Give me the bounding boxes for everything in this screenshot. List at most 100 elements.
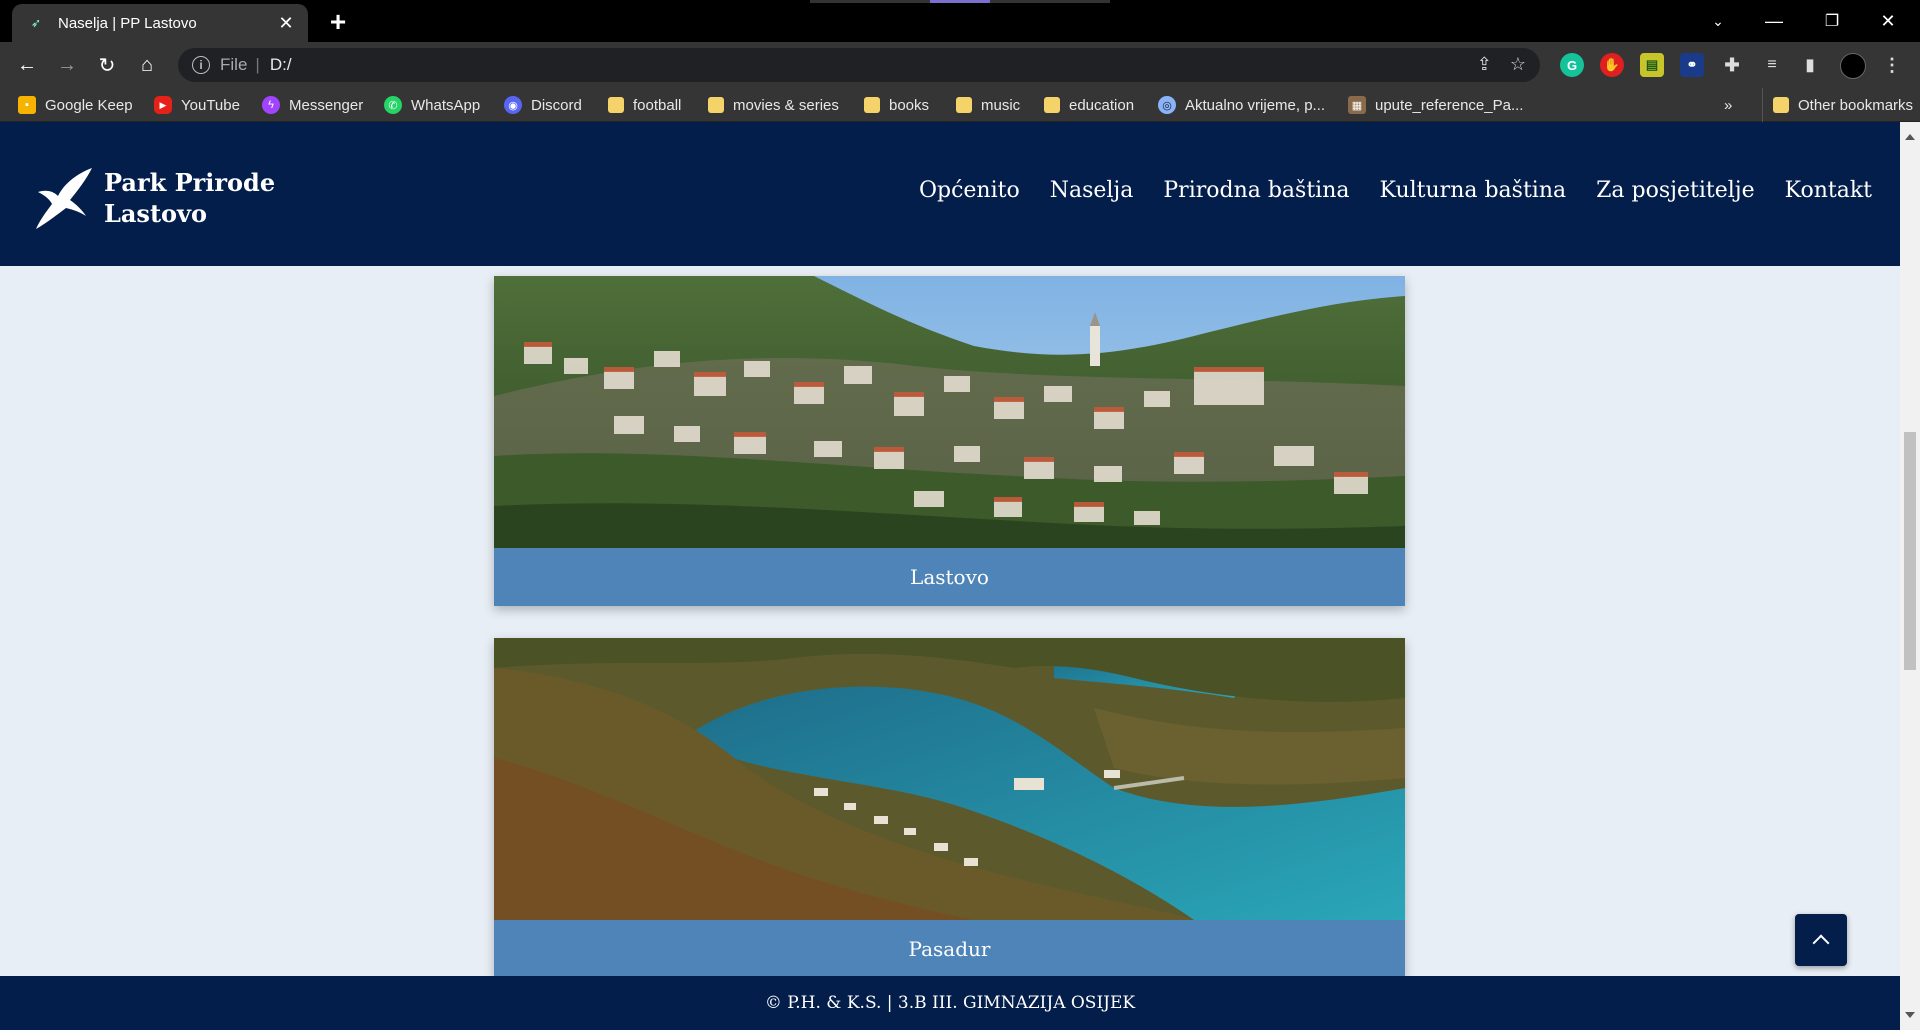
bookmark-label: books	[889, 96, 930, 114]
scroll-to-top-button[interactable]	[1795, 914, 1847, 966]
other-bookmarks[interactable]: Other bookmarks	[1762, 88, 1913, 122]
bookmark-folder-music[interactable]: music	[956, 88, 1020, 122]
address-url: D:/	[269, 55, 292, 74]
folder-icon	[608, 97, 624, 113]
link-extension-icon[interactable]: ⚭	[1680, 53, 1704, 77]
bookmark-aktualno-vrijeme[interactable]: ◎ Aktualno vrijeme, p...	[1158, 88, 1325, 122]
bookmark-label: Google Keep	[45, 96, 133, 114]
address-separator: |	[255, 55, 260, 74]
settlement-card-lastovo[interactable]: Lastovo	[494, 276, 1405, 606]
media-control-icon[interactable]: ≡	[1760, 53, 1784, 77]
grammarly-extension-icon[interactable]: G	[1560, 53, 1584, 77]
footer-text: © P.H. & K.S. | 3.B III. GIMNAZIJA OSIJE…	[764, 993, 1136, 1013]
logo-text: Park Prirode Lastovo	[104, 167, 275, 229]
scrollbar-thumb[interactable]	[1904, 432, 1916, 670]
logo-line-2: Lastovo	[104, 199, 207, 228]
youtube-icon: ▶	[154, 96, 172, 114]
profile-avatar[interactable]	[1840, 53, 1866, 79]
lastovo-photo	[494, 276, 1405, 548]
bookmark-label: movies & series	[733, 96, 839, 114]
adblock-extension-icon[interactable]: ✋	[1600, 53, 1624, 77]
discord-icon: ◉	[504, 96, 522, 114]
card-caption: Lastovo	[494, 548, 1405, 606]
menu-kebab-icon[interactable]: ⋮	[1880, 53, 1904, 77]
card-caption: Pasadur	[494, 920, 1405, 978]
share-icon[interactable]: ⇪	[1477, 54, 1492, 75]
logo-line-1: Park Prirode	[104, 168, 276, 197]
whatsapp-icon: ✆	[384, 96, 402, 114]
bookmark-folder-football[interactable]: football	[608, 88, 681, 122]
bookmark-label: Aktualno vrijeme, p...	[1185, 96, 1326, 114]
bookmark-messenger[interactable]: ϟ Messenger	[262, 88, 363, 122]
page-viewport: Lastovo Pasadur Park Prirode Lastovo Opć…	[0, 122, 1900, 1030]
bookmark-upute-reference[interactable]: ▦ upute_reference_Pa...	[1348, 88, 1523, 122]
bookmark-folder-books[interactable]: books	[864, 88, 929, 122]
folder-icon	[956, 97, 972, 113]
bookmark-label: education	[1069, 96, 1135, 114]
restore-button[interactable]: ❐	[1806, 0, 1858, 42]
folder-icon	[708, 97, 724, 113]
messenger-icon: ϟ	[262, 96, 280, 114]
nav-opcenito[interactable]: Općenito	[919, 178, 1020, 203]
bookmark-folder-education[interactable]: education	[1044, 88, 1134, 122]
settlement-card-pasadur[interactable]: Pasadur	[494, 638, 1405, 978]
pasadur-photo	[494, 638, 1405, 920]
site-footer: © P.H. & K.S. | 3.B III. GIMNAZIJA OSIJE…	[0, 976, 1900, 1030]
bird-icon: ➶	[30, 16, 42, 30]
folder-icon	[1044, 97, 1060, 113]
browser-toolbar: ← → ↻ ⌂ i File | D:/ ⇪ ☆ G ✋ ▤ ⚭ ✚ ≡ ▮ ⋮	[0, 42, 1920, 88]
address-scheme: File	[220, 55, 248, 74]
page-icon: ▦	[1348, 96, 1366, 114]
nav-prirodna-bastina[interactable]: Prirodna baština	[1163, 178, 1349, 203]
bookmarks-bar: ▪ Google Keep ▶ YouTube ϟ Messenger ✆ Wh…	[0, 88, 1920, 122]
home-button[interactable]: ⌂	[130, 48, 164, 82]
tab-title: Naselja | PP Lastovo	[58, 14, 197, 32]
bookmark-google-keep[interactable]: ▪ Google Keep	[18, 88, 133, 122]
bookmark-label: Discord	[531, 96, 582, 114]
tab-search-icon[interactable]: ⌄	[1692, 0, 1744, 42]
bookmark-youtube[interactable]: ▶ YouTube	[154, 88, 240, 122]
overflow-label: »	[1724, 96, 1733, 114]
nav-kulturna-bastina[interactable]: Kulturna baština	[1380, 178, 1567, 203]
bookmark-label: YouTube	[181, 96, 240, 114]
nav-za-posjetitelje[interactable]: Za posjetitelje	[1596, 178, 1754, 203]
minimize-button[interactable]: —	[1748, 0, 1800, 42]
bookmark-label: Other bookmarks	[1798, 96, 1914, 114]
bookmark-star-icon[interactable]: ☆	[1510, 54, 1526, 75]
nav-kontakt[interactable]: Kontakt	[1785, 178, 1872, 203]
globe-icon: ◎	[1158, 96, 1176, 114]
info-icon[interactable]: i	[192, 56, 210, 74]
close-window-button[interactable]: ✕	[1862, 0, 1914, 42]
page-scrollbar[interactable]	[1900, 122, 1920, 1030]
reload-button[interactable]: ↻	[90, 48, 124, 82]
swallow-icon	[36, 168, 92, 229]
scroll-up-arrow-icon[interactable]	[1905, 134, 1915, 140]
bookmark-discord[interactable]: ◉ Discord	[504, 88, 582, 122]
main-nav: Općenito Naselja Prirodna baština Kultur…	[919, 178, 1872, 203]
folder-icon	[1773, 97, 1789, 113]
scroll-down-arrow-icon[interactable]	[1905, 1012, 1915, 1018]
site-logo[interactable]: Park Prirode Lastovo	[36, 166, 275, 230]
close-tab-icon[interactable]: ✕	[276, 13, 296, 33]
tab-strip: ➶ Naselja | PP Lastovo ✕ + ⌄ — ❐ ✕	[0, 0, 1920, 42]
bookmark-label: WhatsApp	[411, 96, 481, 114]
bookmarks-overflow-button[interactable]: »	[1724, 88, 1732, 122]
new-tab-button[interactable]: +	[322, 6, 354, 38]
side-panel-icon[interactable]: ▮	[1798, 53, 1822, 77]
address-bar[interactable]: i File | D:/ ⇪ ☆	[178, 48, 1540, 82]
extensions-puzzle-icon[interactable]: ✚	[1720, 53, 1744, 77]
folder-icon	[864, 97, 880, 113]
bookmark-label: upute_reference_Pa...	[1375, 96, 1524, 114]
bookmark-label: football	[633, 96, 682, 114]
forward-button[interactable]: →	[50, 48, 84, 82]
bookmark-whatsapp[interactable]: ✆ WhatsApp	[384, 88, 480, 122]
image-extension-icon[interactable]: ▤	[1640, 53, 1664, 77]
nav-naselja[interactable]: Naselja	[1050, 178, 1134, 203]
bookmark-folder-movies[interactable]: movies & series	[708, 88, 839, 122]
browser-tab[interactable]: ➶ Naselja | PP Lastovo ✕	[12, 4, 308, 42]
bookmark-label: music	[981, 96, 1021, 114]
site-header: Park Prirode Lastovo Općenito Naselja Pr…	[0, 122, 1900, 266]
keep-icon: ▪	[18, 96, 36, 114]
chevron-up-icon	[1812, 934, 1830, 952]
back-button[interactable]: ←	[10, 48, 44, 82]
